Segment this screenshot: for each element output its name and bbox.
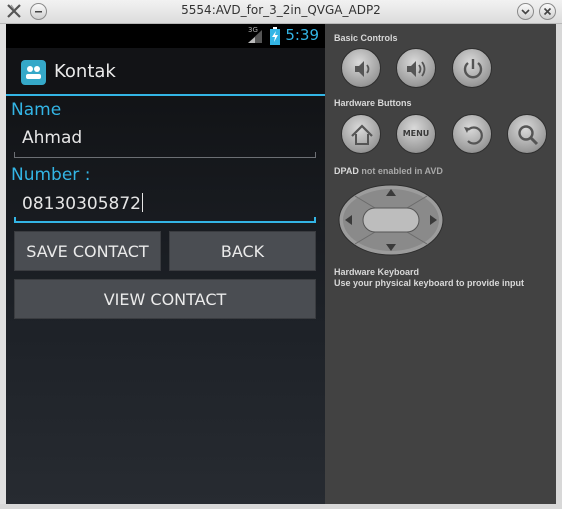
hardware-buttons-heading: Hardware Buttons: [334, 98, 412, 108]
status-bar: 3G 5:39: [6, 24, 325, 48]
text-caret: [141, 193, 143, 212]
name-field[interactable]: Ahmad: [14, 124, 316, 158]
home-icon: [351, 124, 373, 145]
dpad-heading: DPAD not enabled in AVD: [334, 166, 443, 176]
dpad-control[interactable]: [337, 184, 445, 256]
number-field[interactable]: 08130305872: [14, 189, 316, 223]
volume-down-icon: [355, 61, 370, 77]
menu-button[interactable]: MENU: [396, 114, 436, 154]
window-border-right: [556, 24, 562, 509]
contacts-app-icon: [21, 60, 46, 85]
name-field-value: Ahmad: [22, 128, 83, 148]
battery-charging-icon: [270, 27, 280, 45]
save-contact-button[interactable]: SAVE CONTACT: [14, 231, 161, 271]
minimize-button[interactable]: [517, 3, 534, 20]
home-button[interactable]: [341, 114, 381, 154]
volume-up-button[interactable]: [396, 48, 436, 88]
back-hardware-button[interactable]: [452, 114, 492, 154]
search-hardware-button[interactable]: [507, 114, 547, 154]
signal-icon: [248, 30, 262, 43]
name-label: Name: [11, 100, 62, 120]
number-field-value: 08130305872: [22, 193, 143, 214]
back-arrow-icon: [464, 126, 483, 145]
app-title: Kontak: [54, 61, 116, 82]
chevron-down-icon: [521, 9, 530, 15]
number-label: Number :: [11, 165, 91, 185]
view-contact-button[interactable]: VIEW CONTACT: [14, 279, 316, 319]
action-bar: Kontak: [6, 48, 325, 96]
emulator-controls-panel: Basic Controls Hardware Buttons MENU DPA…: [325, 24, 556, 504]
hardware-keyboard-note: Use your physical keyboard to provide in…: [334, 278, 525, 288]
hardware-keyboard-heading: Hardware Keyboard: [334, 267, 420, 277]
close-button[interactable]: [539, 3, 556, 20]
window-border-bottom: [0, 504, 562, 509]
window-title: 5554:AVD_for_3_2in_QVGA_ADP2: [181, 3, 381, 17]
basic-controls-heading: Basic Controls: [334, 33, 398, 43]
volume-down-button[interactable]: [341, 48, 381, 88]
back-button[interactable]: BACK: [169, 231, 316, 271]
device-screen: 3G 5:39 Kontak Name Ahmad Number : 08130…: [6, 24, 325, 504]
search-icon: [518, 125, 539, 146]
volume-up-icon: [407, 61, 426, 77]
window-titlebar: 5554:AVD_for_3_2in_QVGA_ADP2: [0, 0, 562, 24]
close-icon: [543, 7, 552, 16]
power-button[interactable]: [452, 48, 492, 88]
menu-button-label: MENU: [402, 129, 430, 138]
status-clock: 5:39: [285, 26, 319, 44]
power-icon: [463, 59, 483, 79]
